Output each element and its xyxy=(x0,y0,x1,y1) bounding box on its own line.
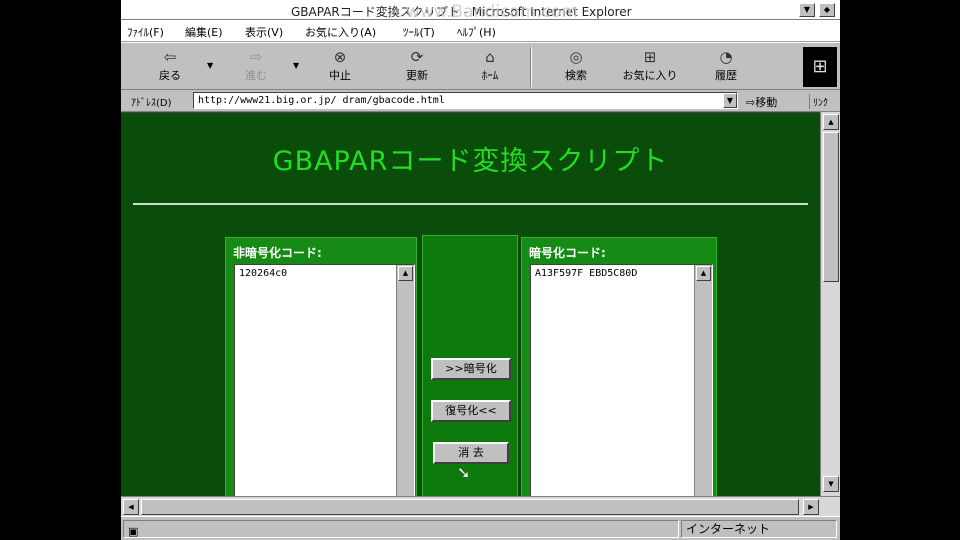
refresh-button[interactable]: ⟳ 更新 xyxy=(382,47,452,87)
menu-help[interactable]: ﾍﾙﾌﾟ(H) xyxy=(457,24,496,40)
menu-favorites[interactable]: お気に入り(A) xyxy=(305,24,376,40)
windows-flag-icon: ⊞ xyxy=(812,56,828,77)
minimize-button[interactable]: ▼ xyxy=(799,3,815,17)
stop-icon: ⊗ xyxy=(333,48,347,66)
address-dropdown-icon[interactable]: ▼ xyxy=(723,93,737,108)
search-button[interactable]: ◎ 検索 xyxy=(541,47,611,87)
mouse-cursor-icon: ➘ xyxy=(457,463,471,482)
page-content: GBAPARコード変換スクリプト 非暗号化コード: 120264c0 ▲ >>暗… xyxy=(121,112,820,496)
encrypted-code-label: 暗号化コード: xyxy=(529,246,606,260)
plain-code-panel: 非暗号化コード: 120264c0 ▲ xyxy=(225,237,417,496)
menu-view[interactable]: 表示(V) xyxy=(245,24,283,40)
title-bar: GBAPARコード変換スクリプト - Microsoft Internet Ex… xyxy=(121,0,840,22)
page-scroll-down-icon[interactable]: ▼ xyxy=(823,476,839,492)
back-button[interactable]: ⇦ 戻る xyxy=(135,47,205,87)
plain-code-label: 非暗号化コード: xyxy=(233,246,322,260)
history-icon: ◔ xyxy=(719,48,733,66)
encrypted-code-textarea[interactable]: A13F597F EBD5C80D ▲ xyxy=(530,264,713,496)
security-zone: インターネット xyxy=(681,520,837,538)
favorites-button[interactable]: ⊞ お気に入り xyxy=(615,47,685,87)
favorites-icon: ⊞ xyxy=(643,48,657,66)
search-icon: ◎ xyxy=(569,48,583,66)
page-vertical-scrollbar[interactable]: ▲ ▼ xyxy=(820,112,840,496)
forward-arrow-icon: ⇨ xyxy=(249,48,263,66)
page-scroll-right-icon[interactable]: ▶ xyxy=(803,499,819,515)
windows-logo: ⊞ xyxy=(803,47,837,87)
toolbar-separator xyxy=(530,47,532,87)
page-title: GBAPARコード変換スクリプト xyxy=(272,146,669,177)
go-button[interactable]: ⇨移動 xyxy=(746,94,777,110)
page-hscroll-thumb[interactable] xyxy=(141,499,799,515)
refresh-icon: ⟳ xyxy=(410,48,424,66)
status-text-cell: ▣ xyxy=(123,520,679,538)
page-status-icon: ▣ xyxy=(128,525,139,538)
scroll-up-icon[interactable]: ▲ xyxy=(398,266,413,281)
encrypted-code-scrollbar[interactable]: ▲ xyxy=(694,265,712,496)
back-dropdown-icon[interactable]: ▼ xyxy=(207,61,213,70)
home-button[interactable]: ⌂ ﾎｰﾑ xyxy=(455,47,525,87)
go-arrow-icon: ⇨ xyxy=(746,96,756,109)
address-bar: ｱﾄﾞﾚｽ(D) http://www21.big.or.jp/ dram/gb… xyxy=(121,90,840,112)
page-vscroll-thumb[interactable] xyxy=(823,132,839,282)
page-scroll-left-icon[interactable]: ◀ xyxy=(123,499,139,515)
toolbar: ⇦ 戻る ▼ ⇨ 進む ▼ ⊗ 中止 ⟳ 更新 ⌂ ﾎｰﾑ ◎ 検索 ⊞ お気に… xyxy=(121,42,840,90)
convert-buttons-panel: >>暗号化 復号化<< 消 去 xyxy=(422,235,518,496)
page-horizontal-scrollbar[interactable]: ◀ ▶ xyxy=(121,496,840,516)
address-input[interactable]: http://www21.big.or.jp/ dram/gbacode.htm… xyxy=(193,92,738,109)
plain-code-scrollbar[interactable]: ▲ xyxy=(396,265,414,496)
links-button[interactable]: ﾘﾝｸ xyxy=(809,94,828,109)
menu-bar: ﾌｧｲﾙ(F) 編集(E) 表示(V) お気に入り(A) ﾂｰﾙ(T) ﾍﾙﾌﾟ… xyxy=(121,20,840,42)
back-arrow-icon: ⇦ xyxy=(163,48,177,66)
plain-code-textarea[interactable]: 120264c0 ▲ xyxy=(234,264,415,496)
home-icon: ⌂ xyxy=(485,48,495,66)
encrypt-button[interactable]: >>暗号化 xyxy=(431,358,511,380)
status-bar: ▣ インターネット xyxy=(121,516,840,540)
clear-button[interactable]: 消 去 xyxy=(433,442,509,464)
forward-dropdown-icon[interactable]: ▼ xyxy=(293,61,299,70)
recording-watermark: www.Bandicam.com xyxy=(406,2,578,22)
menu-tools[interactable]: ﾂｰﾙ(T) xyxy=(403,24,435,40)
address-label: ｱﾄﾞﾚｽ(D) xyxy=(131,98,172,109)
browser-window: GBAPARコード変換スクリプト - Microsoft Internet Ex… xyxy=(121,0,840,540)
menu-file[interactable]: ﾌｧｲﾙ(F) xyxy=(127,24,164,40)
page-scroll-up-icon[interactable]: ▲ xyxy=(823,114,839,130)
maximize-button[interactable]: ◆ xyxy=(819,3,835,17)
menu-edit[interactable]: 編集(E) xyxy=(185,24,223,40)
scroll-up-icon[interactable]: ▲ xyxy=(696,266,711,281)
stop-button[interactable]: ⊗ 中止 xyxy=(305,47,375,87)
history-button[interactable]: ◔ 履歴 xyxy=(691,47,761,87)
horizontal-rule xyxy=(133,203,808,205)
decrypt-button[interactable]: 復号化<< xyxy=(431,400,511,422)
encrypted-code-panel: 暗号化コード: A13F597F EBD5C80D ▲ xyxy=(521,237,717,496)
forward-button[interactable]: ⇨ 進む xyxy=(221,47,291,87)
